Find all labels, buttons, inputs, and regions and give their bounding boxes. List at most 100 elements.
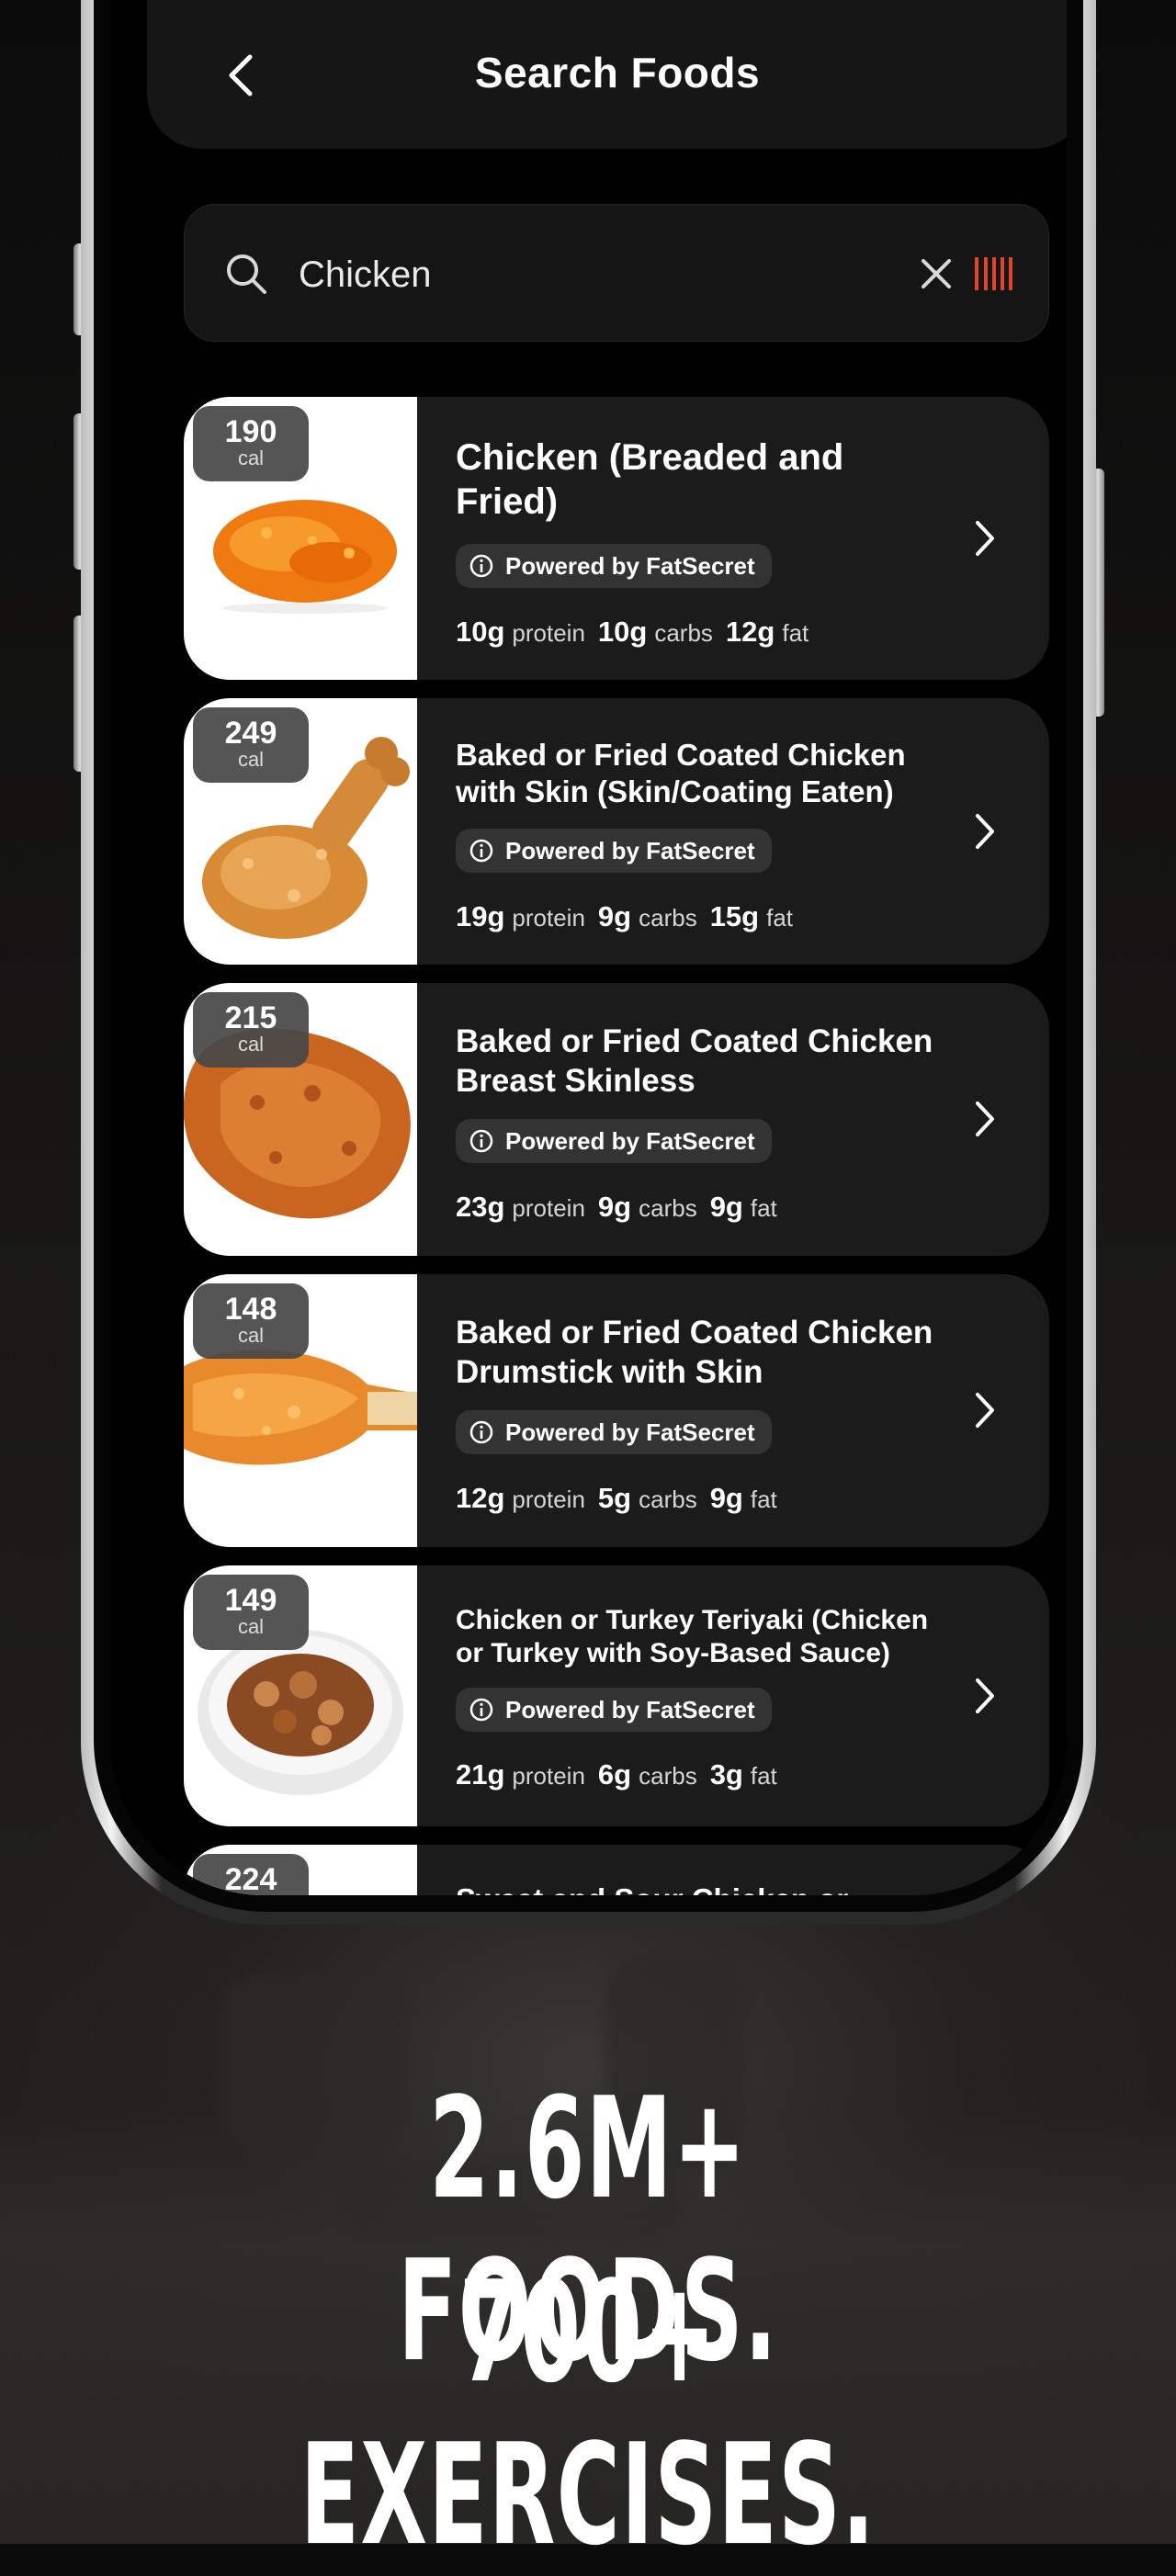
- fat-value: 12g: [725, 616, 775, 648]
- food-result-card[interactable]: 148 cal Baked or Fried Coated Chicken Dr…: [184, 1274, 1049, 1547]
- carbs-value: 9g: [597, 1191, 632, 1223]
- info-icon: [469, 839, 493, 863]
- calorie-badge: 190 cal: [193, 406, 309, 481]
- calorie-value: 224: [224, 1862, 277, 1895]
- source-pill-wrap: Powered by FatSecret: [456, 1119, 772, 1163]
- phone-screen: Search Foods Chicken 190 cal Chicken (Br…: [110, 0, 1067, 1895]
- results-list: 190 cal Chicken (Breaded and Fried) Powe…: [184, 397, 1049, 1895]
- close-icon[interactable]: [918, 255, 955, 292]
- food-result-card[interactable]: 215 cal Baked or Fried Coated Chicken Br…: [184, 983, 1049, 1256]
- food-name: Sweet and Sour Chicken or: [456, 1881, 848, 1895]
- chevron-right-icon: [976, 1102, 994, 1136]
- source-pill: Powered by FatSecret: [456, 829, 772, 873]
- food-thumbnail: 149 cal: [184, 1565, 417, 1826]
- barcode-icon[interactable]: [973, 255, 1015, 292]
- calorie-badge: 148 cal: [193, 1283, 309, 1359]
- source-pill-wrap: Powered by FatSecret: [456, 1410, 772, 1454]
- food-thumbnail: 190 cal: [184, 397, 417, 680]
- fat-label: fat: [782, 619, 809, 647]
- calorie-unit: cal: [237, 446, 265, 469]
- source-label: Powered by FatSecret: [505, 1126, 755, 1155]
- food-info: Chicken (Breaded and Fried) Powered by F…: [456, 397, 948, 680]
- food-name: Chicken or Turkey Teriyaki (Chicken or T…: [456, 1605, 929, 1668]
- calorie-unit: cal: [237, 1324, 265, 1347]
- source-pill: Powered by FatSecret: [456, 1119, 772, 1163]
- food-info: Baked or Fried Coated Chicken Drumstick …: [456, 1274, 948, 1547]
- food-name: Baked or Fried Coated Chicken Breast Ski…: [456, 1023, 933, 1099]
- food-result-card[interactable]: 249 cal Baked or Fried Coated Chicken wi…: [184, 698, 1049, 965]
- food-info: Baked or Fried Coated Chicken Breast Ski…: [456, 983, 948, 1256]
- carbs-value: 10g: [597, 616, 648, 648]
- fat-label: fat: [750, 1194, 777, 1222]
- chevron-right-icon: [976, 814, 994, 849]
- calorie-unit: cal: [237, 748, 265, 771]
- source-label: Powered by FatSecret: [505, 1418, 755, 1446]
- fried-chicken-image: [213, 500, 397, 614]
- calorie-value: 249: [224, 716, 277, 751]
- marketing-headline-exercises: 700+ EXERCISES.: [300, 2251, 876, 2576]
- carbs-value: 9g: [597, 900, 632, 932]
- calorie-value: 148: [224, 1292, 277, 1327]
- food-info: Baked or Fried Coated Chicken with Skin …: [456, 698, 948, 965]
- source-pill: Powered by FatSecret: [456, 1688, 772, 1732]
- fat-label: fat: [750, 1762, 777, 1790]
- calorie-value: 215: [224, 1000, 277, 1035]
- protein-label: protein: [512, 904, 585, 932]
- fat-label: fat: [766, 904, 794, 932]
- protein-value: 23g: [456, 1191, 505, 1223]
- info-icon: [469, 1129, 493, 1153]
- carbs-label: carbs: [654, 619, 713, 647]
- calorie-badge: 249 cal: [193, 707, 309, 783]
- macros-row: 19g protein 9g carbs 15g fat: [456, 900, 806, 933]
- chevron-right-icon: [976, 1678, 994, 1713]
- source-label: Powered by FatSecret: [505, 836, 755, 864]
- food-result-card[interactable]: 190 cal Chicken (Breaded and Fried) Powe…: [184, 397, 1049, 680]
- info-icon: [469, 554, 493, 578]
- carbs-label: carbs: [639, 1194, 697, 1222]
- chevron-right-icon: [976, 1393, 994, 1428]
- calorie-badge: 224 cal: [193, 1854, 309, 1895]
- info-icon: [469, 1698, 493, 1722]
- phone-frame: Search Foods Chicken 190 cal Chicken (Br…: [81, 0, 1096, 1925]
- search-input[interactable]: [297, 242, 870, 308]
- calorie-badge: 149 cal: [193, 1575, 309, 1650]
- food-result-card[interactable]: 149 cal Chicken or Turkey Teriyaki (Chic…: [184, 1565, 1049, 1826]
- calorie-value: 190: [224, 414, 277, 449]
- phone-bezel: Search Foods Chicken 190 cal Chicken (Br…: [94, 0, 1083, 1912]
- food-result-card[interactable]: 224 cal Sweet and Sour Chicken or: [184, 1845, 1049, 1895]
- protein-label: protein: [512, 619, 585, 647]
- protein-value: 12g: [456, 1482, 505, 1514]
- carbs-value: 5g: [597, 1482, 632, 1514]
- source-pill-wrap: Powered by FatSecret: [456, 1688, 772, 1732]
- carbs-label: carbs: [639, 1486, 697, 1513]
- source-label: Powered by FatSecret: [505, 1695, 755, 1723]
- page-title: Search Foods: [474, 49, 761, 96]
- search-bar: [184, 204, 1049, 342]
- info-icon: [469, 1420, 493, 1444]
- source-pill-wrap: Powered by FatSecret: [456, 544, 772, 588]
- fat-value: 9g: [709, 1482, 743, 1514]
- macros-row: 23g protein 9g carbs 9g fat: [456, 1191, 790, 1224]
- carbs-label: carbs: [639, 1762, 697, 1790]
- food-name: Baked or Fried Coated Chicken with Skin …: [456, 738, 906, 808]
- carbs-label: carbs: [639, 904, 697, 932]
- protein-value: 10g: [456, 616, 505, 648]
- source-label: Powered by FatSecret: [505, 551, 755, 580]
- calorie-unit: cal: [237, 1615, 265, 1638]
- food-name: Chicken (Breaded and Fried): [456, 437, 844, 522]
- protein-label: protein: [512, 1194, 585, 1222]
- food-thumbnail: 224 cal: [184, 1845, 417, 1895]
- food-thumbnail: 249 cal: [184, 698, 417, 965]
- macros-row: 12g protein 5g carbs 9g fat: [456, 1482, 790, 1515]
- fat-value: 15g: [709, 900, 760, 932]
- protein-label: protein: [512, 1486, 585, 1513]
- fat-value: 9g: [709, 1191, 743, 1223]
- protein-value: 19g: [456, 900, 505, 932]
- calorie-unit: cal: [237, 1033, 265, 1056]
- source-pill: Powered by FatSecret: [456, 544, 772, 588]
- chevron-right-icon: [976, 521, 994, 556]
- source-pill-wrap: Powered by FatSecret: [456, 829, 772, 873]
- macros-row: 21g protein 6g carbs 3g fat: [456, 1758, 790, 1791]
- top-bar: Search Foods: [147, 0, 1067, 149]
- carbs-value: 6g: [597, 1758, 632, 1791]
